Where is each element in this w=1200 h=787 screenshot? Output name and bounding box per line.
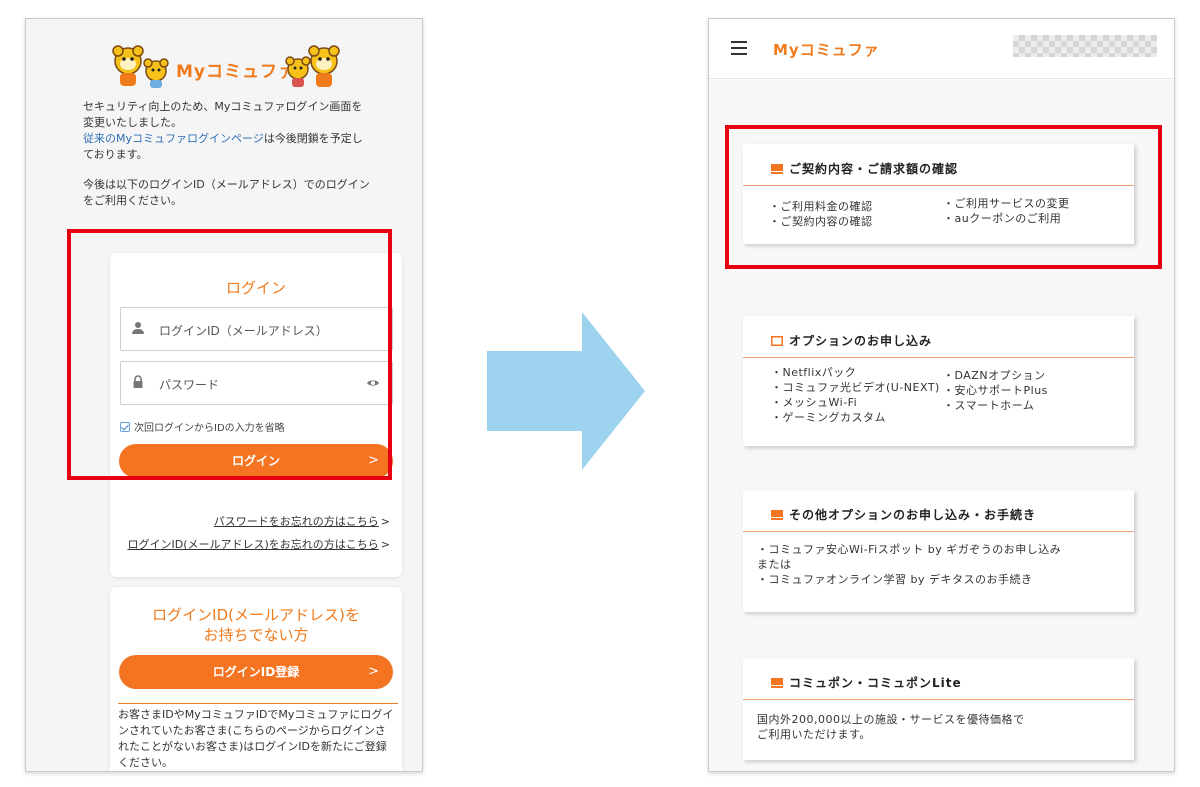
notice-line: をご利用ください。 <box>83 194 182 207</box>
menu-link[interactable]: ・スマートホーム <box>943 398 1048 413</box>
description-line: 国内外200,000以上の施設・サービスを優待価格で <box>757 713 1025 726</box>
masked-account-info <box>1013 35 1157 57</box>
register-login-id-label: ログインID登録 <box>212 665 300 679</box>
forgot-id-link[interactable]: ログインID(メールアドレス)をお忘れの方はこちら > <box>127 536 390 552</box>
brand-logo: Myコミュファ <box>176 62 296 82</box>
menu-card-title: その他オプションのお申し込み・お手続き <box>771 506 1036 523</box>
notice-line-with-link: 従来のMyコミュファログインページは今後閉鎖を予定し <box>83 131 383 147</box>
notice-line: 今後は以下のログインID（メールアドレス）でのログイン <box>83 178 370 191</box>
menu-icon[interactable] <box>731 41 747 55</box>
menu-card-commupon[interactable]: コミュポン・コミュポンLite 国内外200,000以上の施設・サービスを優待価… <box>743 658 1134 760</box>
old-login-page-link[interactable]: 従来のMyコミュファログインページ <box>83 132 264 145</box>
transition-arrow-icon <box>487 312 645 470</box>
description-line: れたことがないお客さま)はログインIDを新たにご登録 <box>118 740 387 753</box>
no-login-id-title-line: ログインID(メールアドレス)を <box>152 606 360 624</box>
forgot-password-label: パスワードをお忘れの方はこちら <box>213 515 379 528</box>
chevron-right-icon: > <box>380 515 390 528</box>
chevron-right-icon: > <box>380 538 390 551</box>
brand-logo[interactable]: Myコミュファ <box>773 39 880 60</box>
chevron-right-icon: > <box>368 664 379 679</box>
divider <box>743 699 1134 700</box>
menu-link[interactable]: ・メッシュWi-Fi <box>771 395 940 410</box>
menu-link[interactable]: ・安心サポートPlus <box>943 383 1048 398</box>
description-line: ご利用いただけます。 <box>757 728 871 741</box>
menu-card-title-text: オプションのお申し込み <box>789 334 933 348</box>
forgot-id-label: ログインID(メールアドレス)をお忘れの方はこちら <box>127 538 379 551</box>
notice-line: セキュリティ向上のため、Myコミュファログイン画面を <box>83 100 363 113</box>
menu-link[interactable]: ・DAZNオプション <box>943 368 1048 383</box>
book-outline-icon <box>771 336 783 346</box>
book-icon <box>771 678 783 688</box>
login-highlight-frame <box>67 229 392 480</box>
menu-card-links: ・Netflixパック ・コミュファ光ビデオ(U-NEXT) ・メッシュWi-F… <box>771 365 940 425</box>
mascot-pair-right-icon <box>285 45 340 87</box>
description-line: ください。 <box>118 756 173 769</box>
menu-card-title-text: コミュポン・コミュポンLite <box>789 676 962 690</box>
menu-link[interactable]: ・コミュファオンライン学習 by デキタスのお手続き <box>757 572 1061 587</box>
menu-card-title: オプションのお申し込み <box>771 332 932 349</box>
forgot-password-link[interactable]: パスワードをお忘れの方はこちら > <box>214 513 390 529</box>
no-login-id-card: ログインID(メールアドレス)を お持ちでない方 ログインID登録 > お客さま… <box>110 587 402 771</box>
menu-card-options[interactable]: オプションのお申し込み ・Netflixパック ・コミュファ光ビデオ(U-NEX… <box>743 316 1134 446</box>
menu-link[interactable]: ・ゲーミングカスタム <box>771 410 940 425</box>
contract-highlight-frame <box>725 125 1162 269</box>
no-login-id-title-line: お持ちでない方 <box>203 626 309 644</box>
menu-card-other-options[interactable]: その他オプションのお申し込み・お手続き ・コミュファ安心Wi-Fiスポット by… <box>743 490 1134 612</box>
login-notice: セキュリティ向上のため、Myコミュファログイン画面を 変更いたしました。 従来の… <box>83 99 383 209</box>
book-icon <box>771 510 783 520</box>
register-login-id-button[interactable]: ログインID登録 > <box>119 655 393 689</box>
no-login-id-title: ログインID(メールアドレス)を お持ちでない方 <box>110 605 402 645</box>
notice-line: ております。 <box>83 148 148 161</box>
menu-card-links: ・DAZNオプション ・安心サポートPlus ・スマートホーム <box>943 368 1048 413</box>
top-bar: Myコミュファ <box>709 19 1174 79</box>
divider <box>743 531 1134 532</box>
menu-card-description: 国内外200,000以上の施設・サービスを優待価格で ご利用いただけます。 <box>757 712 1025 742</box>
notice-line: 変更いたしました。 <box>83 116 182 129</box>
menu-link[interactable]: ・コミュファ安心Wi-Fiスポット by ギガぞうのお申し込み <box>757 542 1061 557</box>
menu-text: または <box>757 558 792 571</box>
notice-text: は今後閉鎖を予定し <box>263 132 363 145</box>
menu-card-title: コミュポン・コミュポンLite <box>771 674 962 691</box>
menu-card-title-text: その他オプションのお申し込み・お手続き <box>789 508 1037 522</box>
menu-link[interactable]: ・Netflixパック <box>771 365 940 380</box>
description-line: お客さまIDやMyコミュファIDでMyコミュファにログイ <box>118 708 394 721</box>
divider <box>743 357 1134 358</box>
no-login-id-description: お客さまIDやMyコミュファIDでMyコミュファにログイ ンされていたお客さま(… <box>118 703 398 771</box>
mascot-pair-left-icon <box>112 45 169 88</box>
menu-card-links: ・コミュファ安心Wi-Fiスポット by ギガぞうのお申し込み または ・コミュ… <box>757 542 1061 587</box>
menu-link[interactable]: ・コミュファ光ビデオ(U-NEXT) <box>771 380 940 395</box>
brand-header: Myコミュファ <box>26 45 422 93</box>
description-line: ンされていたお客さま(こちらのページからログインさ <box>118 724 386 737</box>
